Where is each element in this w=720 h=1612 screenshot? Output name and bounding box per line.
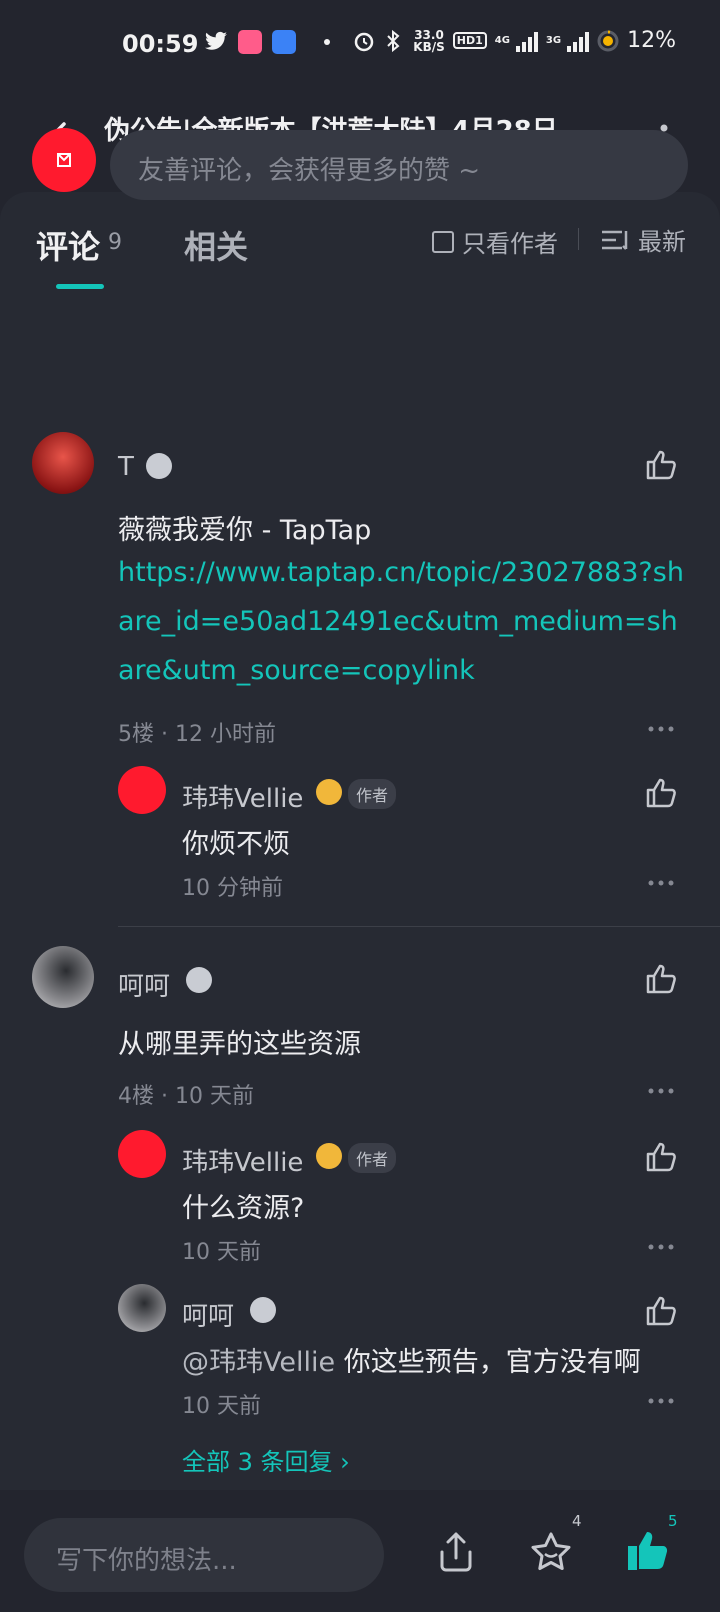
more-icon[interactable] [648, 880, 674, 886]
tab-bar: 评论 9 相关 只看作者 最新 [0, 192, 720, 292]
view-all-replies-link[interactable]: 全部 3 条回复 › [182, 1442, 350, 1477]
system-icons: 33.0 KB/S HD1 4G 3G 12% [353, 28, 676, 53]
signal-icon-1 [515, 30, 538, 52]
avatar[interactable] [32, 432, 94, 494]
alarm-icon [355, 32, 374, 51]
favorite-count: 4 [572, 1512, 582, 1530]
dot-icon [324, 39, 330, 45]
comments-panel: 评论 9 相关 只看作者 最新 [0, 192, 720, 1612]
checkbox-icon[interactable] [432, 230, 454, 253]
hd-icon: HD1 [452, 32, 487, 49]
reply-author[interactable]: 玮玮Vellie [182, 778, 303, 815]
more-icon[interactable] [648, 726, 674, 732]
reply-mention[interactable]: @玮玮Vellie [182, 1347, 335, 1378]
tab-indicator [56, 284, 104, 289]
like-icon[interactable] [644, 1140, 678, 1174]
tab-comments[interactable]: 评论 [36, 222, 100, 268]
sort-icon [602, 230, 628, 250]
sort-label: 最新 [638, 228, 686, 256]
author-tag: 作者 [348, 1143, 397, 1173]
reply-input-placeholder: 写下你的想法... [56, 1546, 237, 1576]
share-icon[interactable] [434, 1530, 478, 1574]
avatar[interactable] [32, 946, 94, 1008]
reply-meta: 10 分钟前 [182, 876, 283, 901]
network-type-1: 4G [494, 34, 510, 46]
reply-meta: 10 天前 [182, 1240, 261, 1265]
like-icon[interactable] [644, 1294, 678, 1328]
signal-icon-2 [567, 30, 590, 52]
reply-meta: 10 天前 [182, 1394, 261, 1419]
like-icon[interactable] [644, 962, 678, 996]
like-icon[interactable] [644, 448, 678, 482]
avatar-logo-icon [57, 153, 71, 167]
bottom-bar: 写下你的想法... 4 5 [0, 1490, 720, 1612]
level-badge-icon [316, 1143, 342, 1169]
comment-text: 从哪里弄的这些资源 [118, 1029, 361, 1060]
comment-meta: 5楼 · 12 小时前 [118, 722, 276, 747]
battery-percent: 12% [627, 28, 676, 53]
like-filled-icon[interactable] [624, 1528, 670, 1574]
network-type-2: 3G [545, 34, 562, 46]
battery-icon [597, 30, 619, 51]
level-badge-icon [186, 967, 212, 993]
reply-text: 你烦不烦 [182, 829, 290, 860]
more-icon[interactable] [648, 1244, 674, 1250]
reply-author[interactable]: 玮玮Vellie [182, 1142, 303, 1179]
comment-input-placeholder: 友善评论，会获得更多的赞 ~ [138, 156, 481, 186]
message-app-icon [272, 30, 296, 54]
level-badge-icon [146, 453, 172, 479]
reply-avatar[interactable] [118, 1284, 166, 1332]
comment-link[interactable]: https://www.taptap.cn/topic/23027883?sha… [118, 548, 688, 695]
level-badge-icon [250, 1297, 276, 1323]
divider [118, 926, 720, 927]
more-icon[interactable] [648, 1088, 674, 1094]
divider [578, 228, 579, 250]
my-avatar[interactable] [32, 128, 96, 192]
reply-author[interactable]: 呵呵 [182, 1296, 234, 1333]
reply-text: @玮玮Vellie 你这些预告，官方没有啊 [182, 1340, 641, 1379]
notification-icons [204, 30, 330, 54]
reply-avatar[interactable] [118, 766, 166, 814]
bluetooth-icon [387, 29, 400, 52]
status-time: 00:59 [122, 30, 199, 58]
twitter-icon [205, 31, 227, 50]
network-speed: 33.0 KB/S [413, 27, 445, 54]
sort-button[interactable]: 最新 [600, 222, 686, 257]
like-icon[interactable] [644, 776, 678, 810]
comment-input[interactable]: 友善评论，会获得更多的赞 ~ [110, 130, 688, 200]
tab-related[interactable]: 相关 [184, 222, 248, 268]
comment-text: 薇薇我爱你 - TapTap [118, 515, 372, 546]
reply-avatar[interactable] [118, 1130, 166, 1178]
favorite-star-icon[interactable] [528, 1530, 574, 1574]
reply-text-content: 你这些预告，官方没有啊 [343, 1347, 641, 1378]
like-count: 5 [668, 1512, 678, 1530]
comment-author[interactable]: 呵呵 [118, 966, 170, 1003]
author-tag: 作者 [348, 779, 397, 809]
comment-count: 9 [108, 230, 122, 255]
more-icon[interactable] [648, 1398, 674, 1404]
reply-input[interactable]: 写下你的想法... [24, 1518, 384, 1592]
reply-text: 什么资源? [182, 1193, 305, 1224]
comment-author[interactable]: T [118, 452, 134, 482]
author-only-toggle[interactable]: 只看作者 [432, 224, 558, 259]
comment-meta: 4楼 · 10 天前 [118, 1084, 254, 1109]
level-badge-icon [316, 779, 342, 805]
app-notification-icon [238, 30, 262, 54]
status-bar: 00:59 33.0 KB/S HD1 4G 3G 12% [0, 0, 720, 90]
author-only-label: 只看作者 [462, 230, 558, 258]
